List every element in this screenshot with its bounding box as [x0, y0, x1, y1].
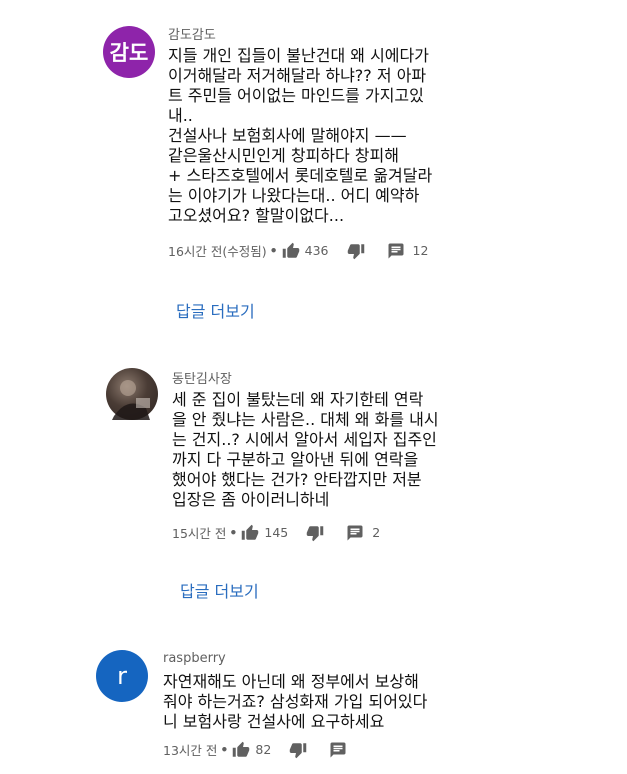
comment-text-line: 같은울산시민인게 창피하다 창피해	[168, 146, 399, 165]
comment-author[interactable]: raspberry	[163, 651, 226, 666]
comment-text-line: 내..	[168, 106, 193, 125]
separator-dot: •	[220, 742, 229, 757]
like-button[interactable]	[232, 741, 250, 759]
reply-button[interactable]	[387, 242, 405, 260]
separator-dot: •	[269, 243, 278, 258]
comment-author[interactable]: 감도감도	[168, 24, 216, 43]
like-count: 436	[304, 243, 329, 258]
avatar[interactable]: 감도	[103, 26, 155, 78]
comment-text-line: 을 안 줬냐는 사람은.. 대체 왜 화를 내시	[172, 410, 439, 429]
like-count: 145	[264, 525, 289, 540]
like-button[interactable]	[241, 524, 259, 542]
comment-text-line: 고오셨어요? 할말이없다...	[168, 206, 345, 225]
dislike-button[interactable]	[347, 242, 365, 260]
thumbs-down-icon	[347, 243, 364, 259]
avatar-photo	[112, 380, 150, 420]
comment-text-line: 세 준 집이 불탔는데 왜 자기한테 연락	[172, 390, 424, 409]
comment-icon	[388, 243, 403, 258]
comment-text-line: 트 주민들 어이없는 마인드를 가지고있	[168, 86, 424, 105]
thumbs-up-icon	[282, 242, 299, 258]
avatar[interactable]	[106, 368, 158, 420]
comment-text: 지들 개인 집들이 불난건대 왜 시에다가 이거해달라 저거해달라 하냐?? 저…	[168, 46, 468, 226]
reply-count: 12	[412, 243, 429, 258]
avatar[interactable]: r	[96, 650, 148, 702]
comment-text: 자연재해도 아닌데 왜 정부에서 보상해 줘야 하는거죠? 삼성화재 가입 되어…	[163, 672, 463, 732]
comment-actions: 13시간 전 • 82	[163, 740, 347, 759]
dislike-button[interactable]	[289, 741, 307, 759]
comment-text-line: 니 보험사랑 건설사에 요구하세요	[163, 712, 385, 731]
comment-text-line: 자연재해도 아닌데 왜 정부에서 보상해	[163, 672, 419, 691]
comment-text-line: 지들 개인 집들이 불난건대 왜 시에다가	[168, 46, 429, 65]
reply-button[interactable]	[346, 524, 364, 542]
comment-time: 16시간 전(수정됨)	[168, 244, 267, 259]
separator-dot: •	[229, 525, 238, 540]
comment-text-line: 이거해달라 저거해달라 하냐?? 저 아파	[168, 66, 427, 85]
thumbs-up-icon	[242, 524, 259, 540]
view-replies-link[interactable]: 답글 더보기	[180, 578, 259, 602]
like-button[interactable]	[282, 242, 300, 260]
comment-text-line: 입장은 좀 아이러니하네	[172, 490, 330, 509]
comment-actions: 15시간 전 • 145 2	[172, 523, 380, 542]
comment-author[interactable]: 동탄김사장	[172, 368, 232, 387]
comment-time: 15시간 전	[172, 526, 227, 541]
comment-text-line: 줘야 하는거죠? 삼성화재 가입 되어있다	[163, 692, 428, 711]
dislike-button[interactable]	[306, 524, 324, 542]
comment-time: 13시간 전	[163, 743, 218, 758]
comment-actions: 16시간 전(수정됨) • 436 12	[168, 241, 428, 260]
comment-text-line: + 스타즈호텔에서 롯데호텔로 옮겨달라	[168, 166, 433, 185]
comment-text-line: 는 건지..? 시에서 알아서 세입자 집주인	[172, 430, 437, 449]
comment-text-line: 는 이야기가 나왔다는대.. 어디 예약하	[168, 186, 420, 205]
comment-text-line: 까지 다 구분하고 알아낸 뒤에 연락을	[172, 450, 419, 469]
comment-text: 세 준 집이 불탔는데 왜 자기한테 연락 을 안 줬냐는 사람은.. 대체 왜…	[172, 390, 472, 510]
reply-button[interactable]	[329, 741, 347, 759]
like-count: 82	[255, 742, 272, 757]
reply-count: 2	[372, 525, 381, 540]
view-replies-link[interactable]: 답글 더보기	[176, 298, 255, 322]
thumbs-down-icon	[307, 525, 324, 541]
comment-icon	[347, 525, 363, 540]
comment-icon	[330, 742, 346, 757]
thumbs-down-icon	[290, 742, 307, 758]
comment-text-line: 했어야 했다는 건가? 안타깝지만 저분	[172, 470, 422, 489]
comment-text-line: 건설사나 보험회사에 말해야지 ——	[168, 126, 407, 145]
thumbs-up-icon	[233, 741, 250, 757]
